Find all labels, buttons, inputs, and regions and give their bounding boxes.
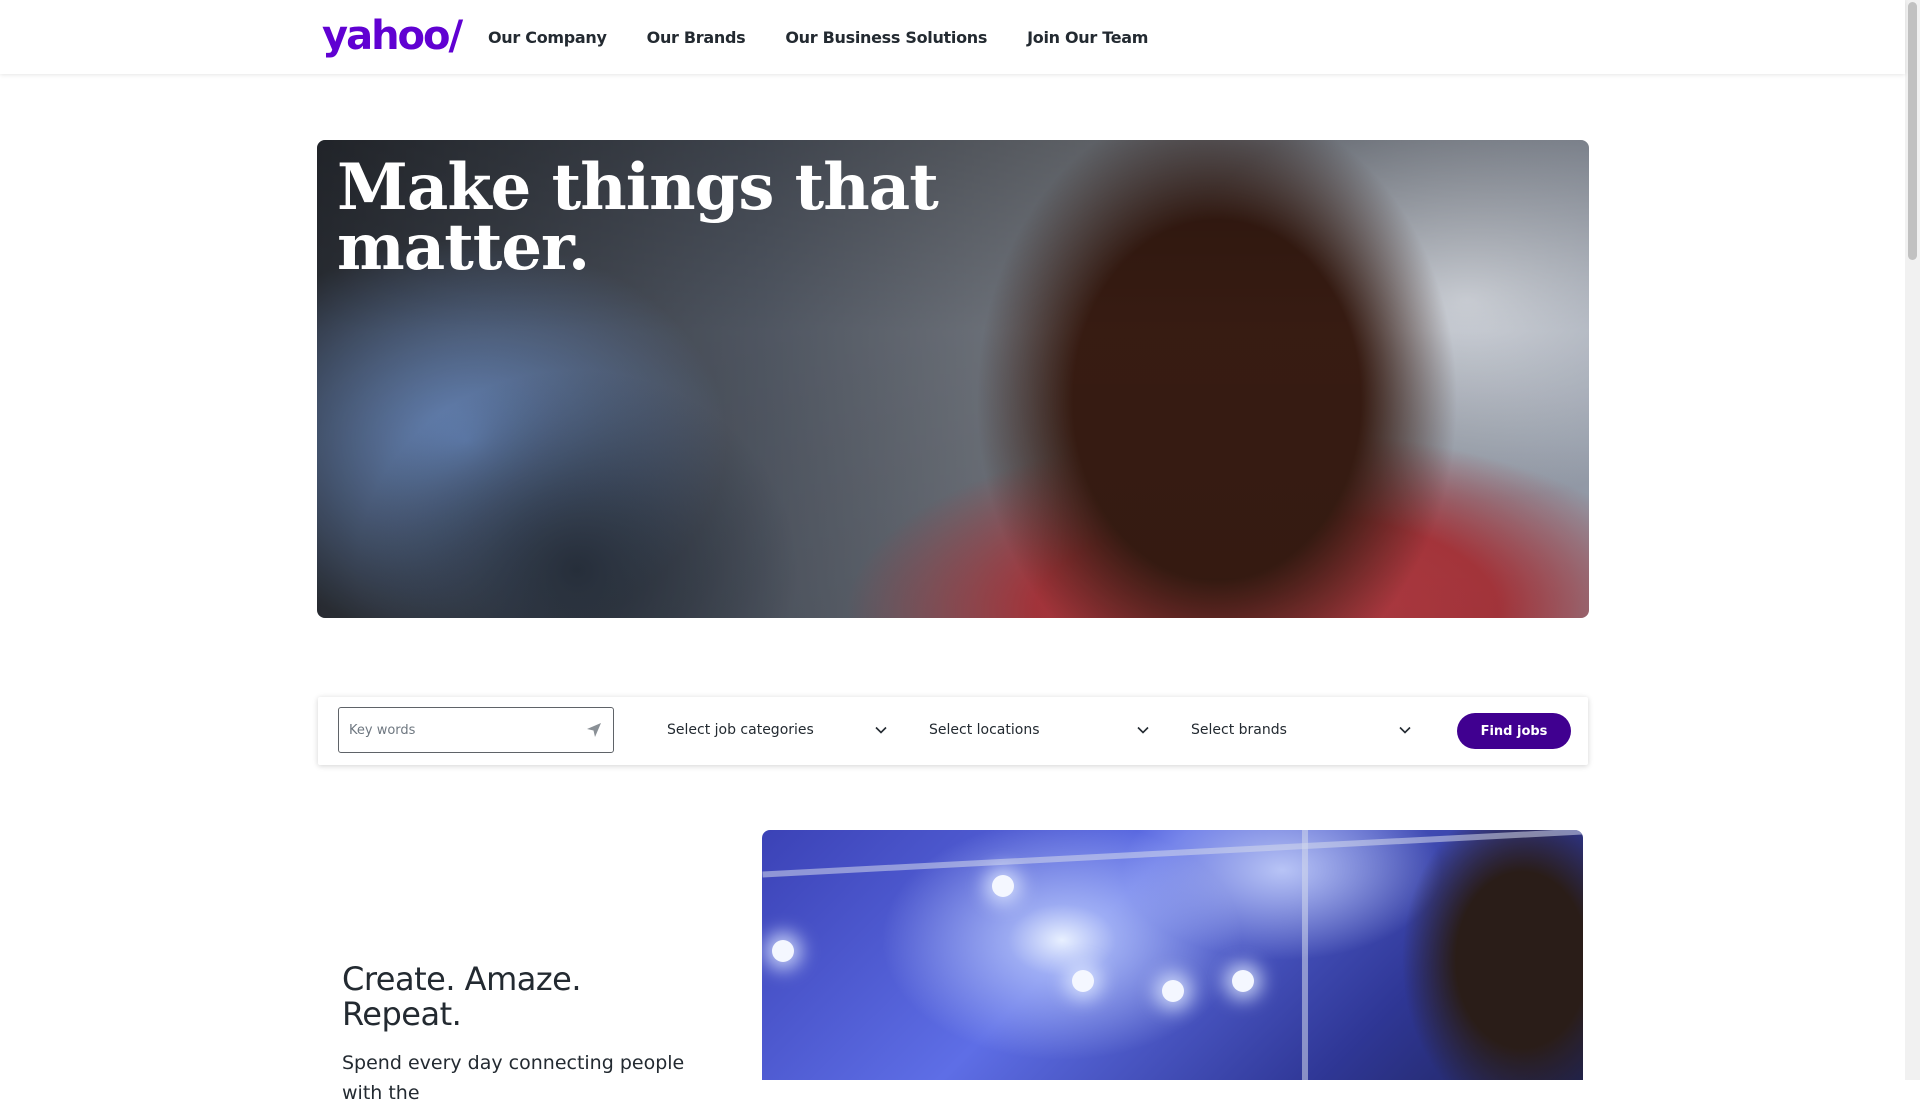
site-header: yahoo/ Our Company Our Brands Our Busine… — [0, 0, 1905, 74]
hero-title: Make things that matter. — [337, 150, 939, 285]
scrollbar-thumb[interactable] — [1908, 2, 1917, 260]
yahoo-logo[interactable]: yahoo/ — [322, 14, 463, 58]
studio-image — [762, 830, 1583, 1080]
find-jobs-button[interactable]: Find jobs — [1457, 713, 1571, 749]
job-categories-select[interactable]: Select job categories — [667, 707, 889, 753]
section-body: Spend every day connecting people with t… — [342, 1052, 685, 1104]
studio-light — [992, 875, 1014, 897]
keywords-field[interactable] — [338, 707, 614, 753]
studio-truss — [1302, 830, 1308, 1080]
nav-our-business-solutions[interactable]: Our Business Solutions — [785, 28, 987, 47]
chevron-down-icon — [875, 726, 887, 734]
location-arrow-icon[interactable] — [585, 721, 603, 739]
chevron-down-icon — [1137, 726, 1149, 734]
brands-select[interactable]: Select brands — [1191, 707, 1413, 753]
nav-our-brands[interactable]: Our Brands — [647, 28, 746, 47]
nav-join-our-team[interactable]: Join Our Team — [1027, 28, 1148, 47]
page-scrollbar[interactable] — [1905, 0, 1920, 1080]
locations-label: Select locations — [929, 722, 1040, 738]
studio-light — [1232, 970, 1254, 992]
studio-light — [1162, 980, 1184, 1002]
studio-light — [1072, 970, 1094, 992]
studio-light — [772, 940, 794, 962]
nav-our-company[interactable]: Our Company — [488, 28, 607, 47]
job-search-bar: Select job categories Select locations S… — [318, 697, 1588, 765]
locations-select[interactable]: Select locations — [929, 707, 1151, 753]
section-title: Create. Amaze. Repeat. — [342, 960, 582, 1033]
keywords-input[interactable] — [339, 708, 589, 752]
main-nav: Our Company Our Brands Our Business Solu… — [488, 0, 1188, 74]
studio-truss — [762, 830, 1583, 878]
brands-label: Select brands — [1191, 722, 1287, 738]
job-categories-label: Select job categories — [667, 722, 814, 738]
chevron-down-icon — [1399, 726, 1411, 734]
